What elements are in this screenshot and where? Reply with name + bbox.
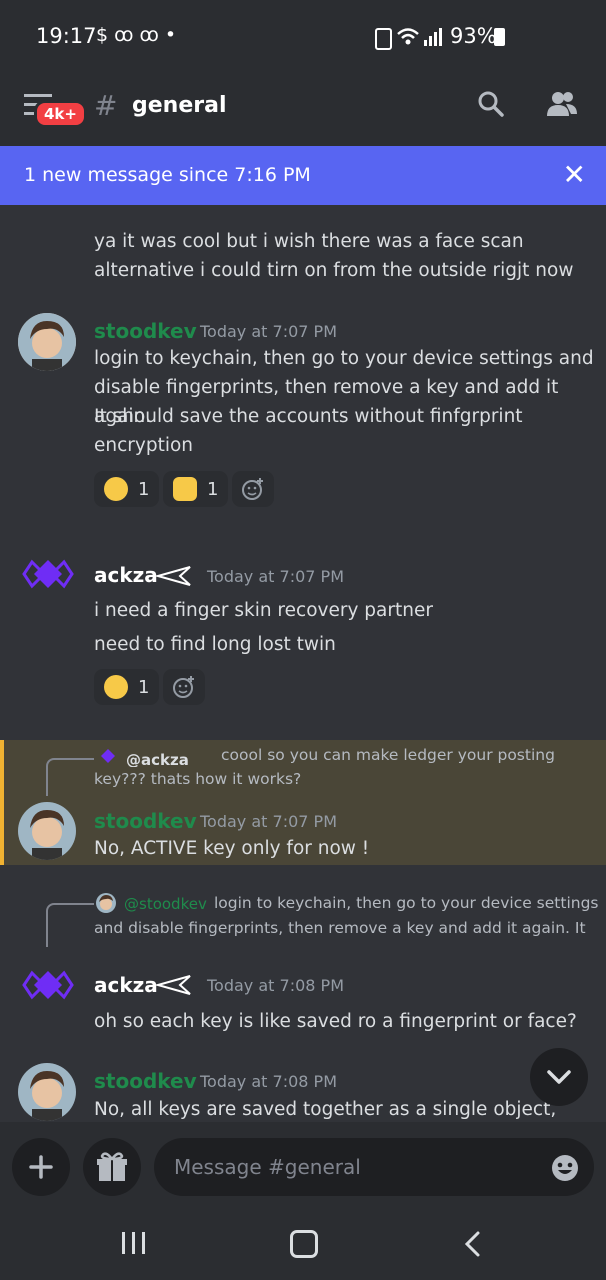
reply-text[interactable]: login to keychain, then go to your devic… xyxy=(214,894,599,912)
timestamp: Today at 7:07 PM xyxy=(200,812,337,831)
search-icon[interactable] xyxy=(477,90,505,118)
avatar[interactable] xyxy=(18,313,76,371)
reaction-count: 1 xyxy=(207,478,219,500)
gift-button[interactable] xyxy=(83,1138,141,1196)
system-nav-bar xyxy=(0,1212,606,1280)
emoji-icon[interactable] xyxy=(550,1153,580,1183)
reply-username[interactable]: @stoodkev xyxy=(124,895,207,913)
status-left-icons: $ ꝏ ꝏ • xyxy=(96,24,177,46)
timestamp: Today at 7:08 PM xyxy=(207,976,344,995)
jump-to-present-button[interactable] xyxy=(530,1048,588,1106)
message-line: No, ACTIVE key only for now ! xyxy=(94,838,370,859)
chevron-down-icon xyxy=(547,1070,571,1084)
message-ackza-1: ya it was cool but i wish there was a fa… xyxy=(0,205,606,300)
message-line: need to find long lost twin xyxy=(94,634,336,655)
username[interactable]: stoodkev xyxy=(94,1069,197,1093)
status-time: 19:17 xyxy=(36,24,97,48)
gift-icon xyxy=(97,1152,127,1181)
battery-saver-icon xyxy=(375,28,392,50)
avatar[interactable] xyxy=(18,1063,76,1121)
hash-icon: # xyxy=(94,89,118,122)
new-message-text: 1 new message since 7:16 PM xyxy=(24,164,311,186)
message-ackza-2: ackza Today at 7:07 PM i need a finger s… xyxy=(0,550,606,720)
message-line: alternative i could tirn on from the out… xyxy=(94,260,574,281)
recent-apps-icon[interactable] xyxy=(122,1232,146,1254)
plus-icon xyxy=(29,1155,53,1179)
add-reaction-icon xyxy=(242,478,263,500)
reaction-surprised[interactable]: 1 xyxy=(94,471,160,507)
surprised-emoji-icon xyxy=(104,477,128,501)
reply-connector xyxy=(46,758,94,796)
message-composer: Message #general xyxy=(0,1122,606,1212)
reaction-count: 1 xyxy=(138,676,150,698)
timestamp: Today at 7:08 PM xyxy=(200,1072,337,1091)
raised-hands-emoji-icon xyxy=(173,477,197,501)
username[interactable]: stoodkev xyxy=(94,319,197,343)
message-stoodkev-1: stoodkev Today at 7:07 PM login to keych… xyxy=(0,305,606,515)
reaction-count: 1 xyxy=(138,478,150,500)
battery-icon xyxy=(494,28,505,46)
reply-text[interactable]: and disable fingerprints, then remove a … xyxy=(94,919,586,937)
message-ackza-3: @stoodkev login to keychain, then go to … xyxy=(0,885,606,1040)
back-icon[interactable] xyxy=(462,1230,484,1258)
avatar[interactable] xyxy=(20,969,76,1001)
message-stoodkev-mention: @ackza coool so you can make ledger your… xyxy=(0,740,606,865)
reaction-raised-hands[interactable]: 1 xyxy=(163,471,229,507)
username[interactable]: ackza xyxy=(94,563,158,587)
message-line: ya it was cool but i wish there was a fa… xyxy=(94,231,524,252)
message-line: It should save the accounts without finf… xyxy=(94,406,523,427)
message-placeholder: Message #general xyxy=(174,1155,361,1179)
members-icon[interactable] xyxy=(544,90,578,118)
message-line: No, all keys are saved together as a sin… xyxy=(94,1099,557,1120)
status-bar: 19:17 $ ꝏ ꝏ • 93% xyxy=(0,0,606,76)
reply-text[interactable]: coool so you can make ledger your postin… xyxy=(221,746,555,764)
new-message-banner[interactable]: 1 new message since 7:16 PM ✕ xyxy=(0,146,606,205)
message-input[interactable]: Message #general xyxy=(154,1138,594,1196)
rofl-emoji-icon xyxy=(104,675,128,699)
reply-avatar xyxy=(96,893,116,913)
timestamp: Today at 7:07 PM xyxy=(207,567,344,586)
avatar[interactable] xyxy=(20,558,76,590)
avatar[interactable] xyxy=(18,802,76,860)
message-line: oh so each key is like saved ro a finger… xyxy=(94,1011,577,1032)
timestamp: Today at 7:07 PM xyxy=(200,322,337,341)
reply-connector xyxy=(46,903,94,947)
message-line: i need a finger skin recovery partner xyxy=(94,600,433,621)
home-icon[interactable] xyxy=(290,1230,318,1258)
reaction-rofl[interactable]: 1 xyxy=(94,669,160,705)
close-icon[interactable]: ✕ xyxy=(563,158,586,191)
add-attachment-button[interactable] xyxy=(12,1138,70,1196)
add-reaction-button[interactable] xyxy=(232,471,274,507)
reply-username[interactable]: @ackza xyxy=(126,751,189,767)
wifi-signal-icon xyxy=(397,28,442,46)
message-line: encryption xyxy=(94,435,194,456)
role-badge-icon xyxy=(156,975,191,995)
username[interactable]: ackza xyxy=(94,973,158,997)
role-badge-icon xyxy=(156,566,191,586)
channel-header: 4k+ # general xyxy=(0,76,606,146)
battery-percent: 93% xyxy=(450,24,497,48)
message-line: login to keychain, then go to your devic… xyxy=(94,348,594,369)
username[interactable]: stoodkev xyxy=(94,809,197,833)
unread-badge: 4k+ xyxy=(34,100,87,128)
channel-name: general xyxy=(132,93,227,118)
message-stoodkev-2: stoodkev Today at 7:08 PM No, all keys a… xyxy=(0,1055,606,1122)
add-reaction-button[interactable] xyxy=(163,669,205,705)
reply-avatar xyxy=(101,749,115,763)
add-reaction-icon xyxy=(173,676,194,698)
reply-text[interactable]: key??? thats how it works? xyxy=(94,770,301,788)
